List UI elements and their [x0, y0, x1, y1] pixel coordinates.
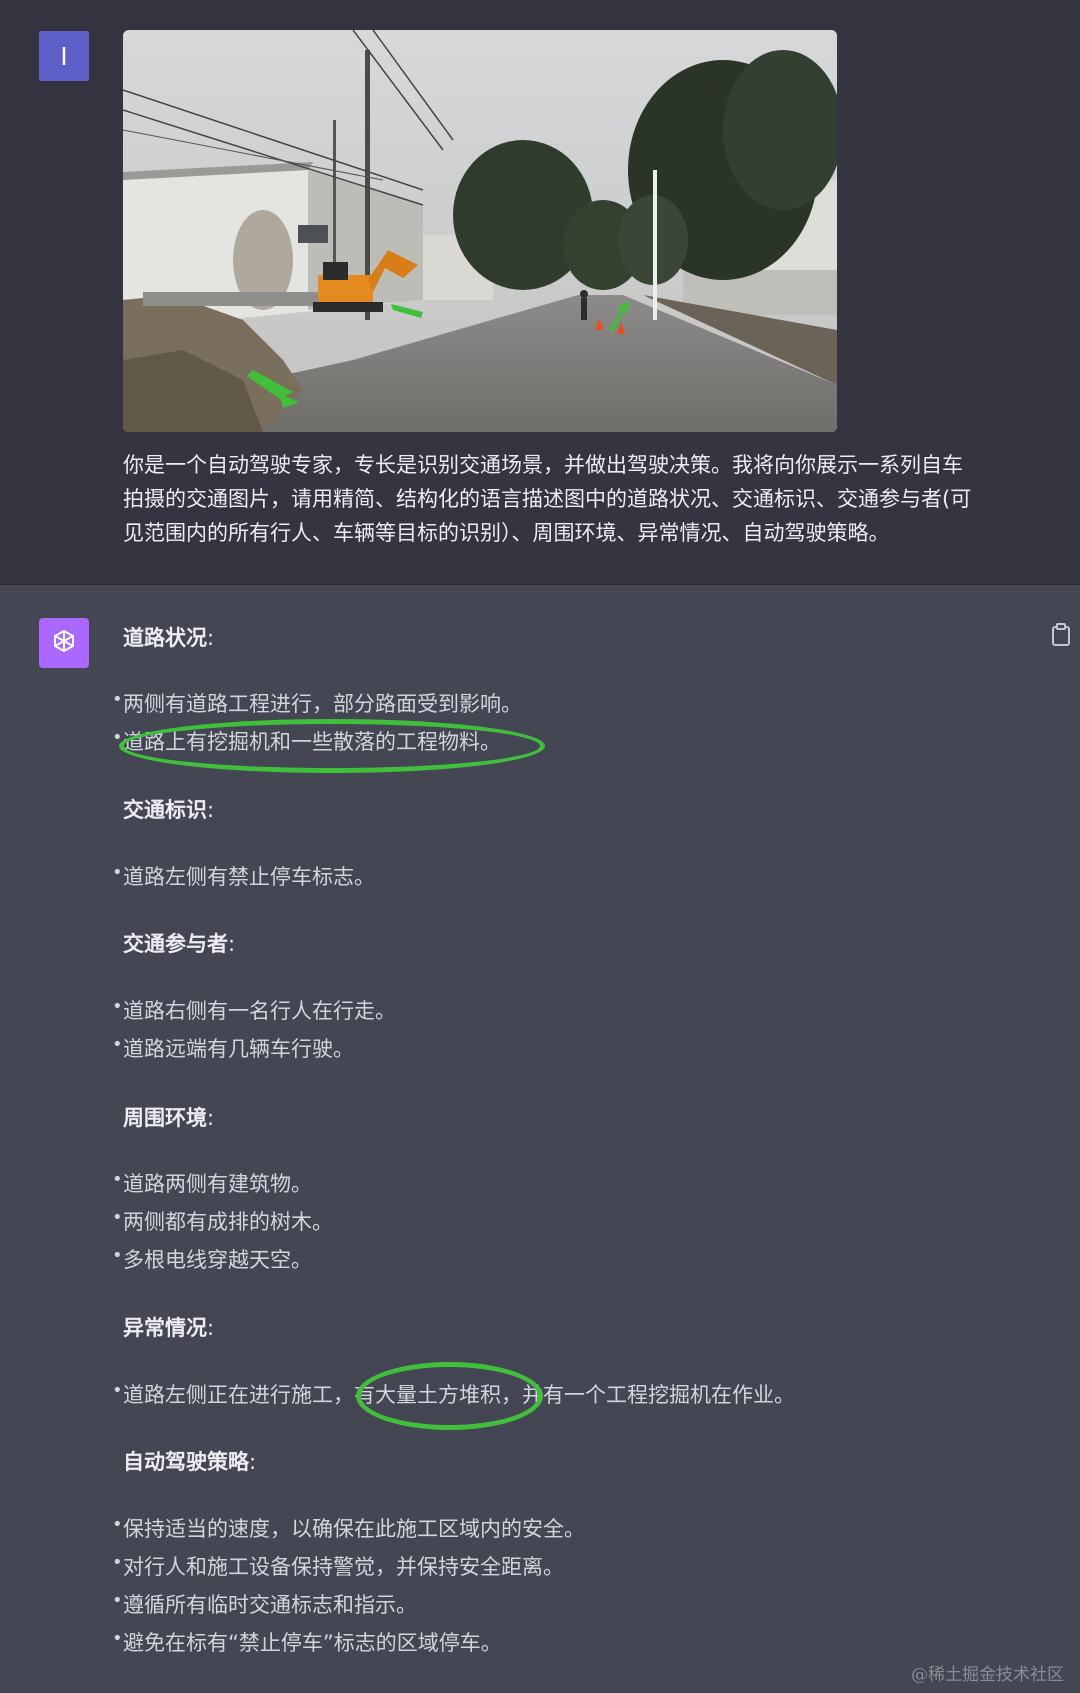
road-scene-illustration	[123, 30, 837, 432]
clipboard-icon[interactable]	[1051, 623, 1071, 647]
list-item: • 两侧都有成排的树木。	[112, 1207, 333, 1234]
section-heading: 道路状况:	[123, 626, 215, 650]
watermark: @稀土掘金技术社区	[911, 1665, 1064, 1685]
chat-page: I 你是一个自动驾驶专家，专长是识别交通场景，并做出驾驶决策。我将向你展示一系列…	[0, 0, 1080, 1693]
list-item: • 多根电线穿越天空。	[112, 1245, 312, 1272]
prompt-line: 见范围内的所有行人、车辆等目标的识别）、周围环境、异常情况、自动驾驶策略。	[123, 521, 890, 545]
list-item: • 道路上有挖掘机和一些散落的工程物料。	[112, 727, 501, 754]
road-scene-photo[interactable]	[123, 30, 837, 432]
section-heading: 异常情况:	[123, 1316, 215, 1340]
list-item: • 道路左侧有禁止停车标志。	[112, 862, 375, 889]
prompt-line: 你是一个自动驾驶专家，专长是识别交通场景，并做出驾驶决策。我将向你展示一系列自车	[123, 453, 963, 477]
list-item: • 道路右侧有一名行人在行走。	[112, 996, 396, 1023]
list-item: • 保持适当的速度，以确保在此施工区域内的安全。	[112, 1514, 585, 1541]
list-item: • 避免在标有“禁止停车”标志的区域停车。	[112, 1628, 502, 1655]
section-heading: 交通标识:	[123, 798, 215, 822]
openai-logo-icon	[39, 618, 89, 668]
section-heading: 自动驾驶策略:	[123, 1450, 257, 1474]
list-item: • 两侧有道路工程进行，部分路面受到影响。	[112, 689, 522, 716]
list-item: • 对行人和施工设备保持警觉，并保持安全距离。	[112, 1552, 564, 1579]
user-message: I 你是一个自动驾驶专家，专长是识别交通场景，并做出驾驶决策。我将向你展示一系列…	[0, 0, 1080, 585]
assistant-message: 道路状况: • 两侧有道路工程进行，部分路面受到影响。 • 道路上有挖掘机和一些散落…	[0, 585, 1080, 1693]
list-item: • 道路左侧正在进行施工，有大量土方堆积，并有一个工程挖掘机在作业。	[112, 1380, 795, 1407]
list-item: • 道路两侧有建筑物。	[112, 1169, 312, 1196]
section-heading: 周围环境:	[123, 1106, 215, 1130]
prompt-line: 拍摄的交通图片，请用精简、结构化的语言描述图中的道路状况、交通标识、交通参与者(…	[123, 487, 972, 511]
user-prompt-text: 你是一个自动驾驶专家，专长是识别交通场景，并做出驾驶决策。我将向你展示一系列自车…	[123, 448, 1033, 550]
section-heading: 交通参与者:	[123, 932, 236, 956]
list-item: • 遵循所有临时交通标志和指示。	[112, 1590, 417, 1617]
list-item: • 道路远端有几辆车行驶。	[112, 1034, 354, 1061]
user-avatar-icon: I	[39, 31, 89, 81]
